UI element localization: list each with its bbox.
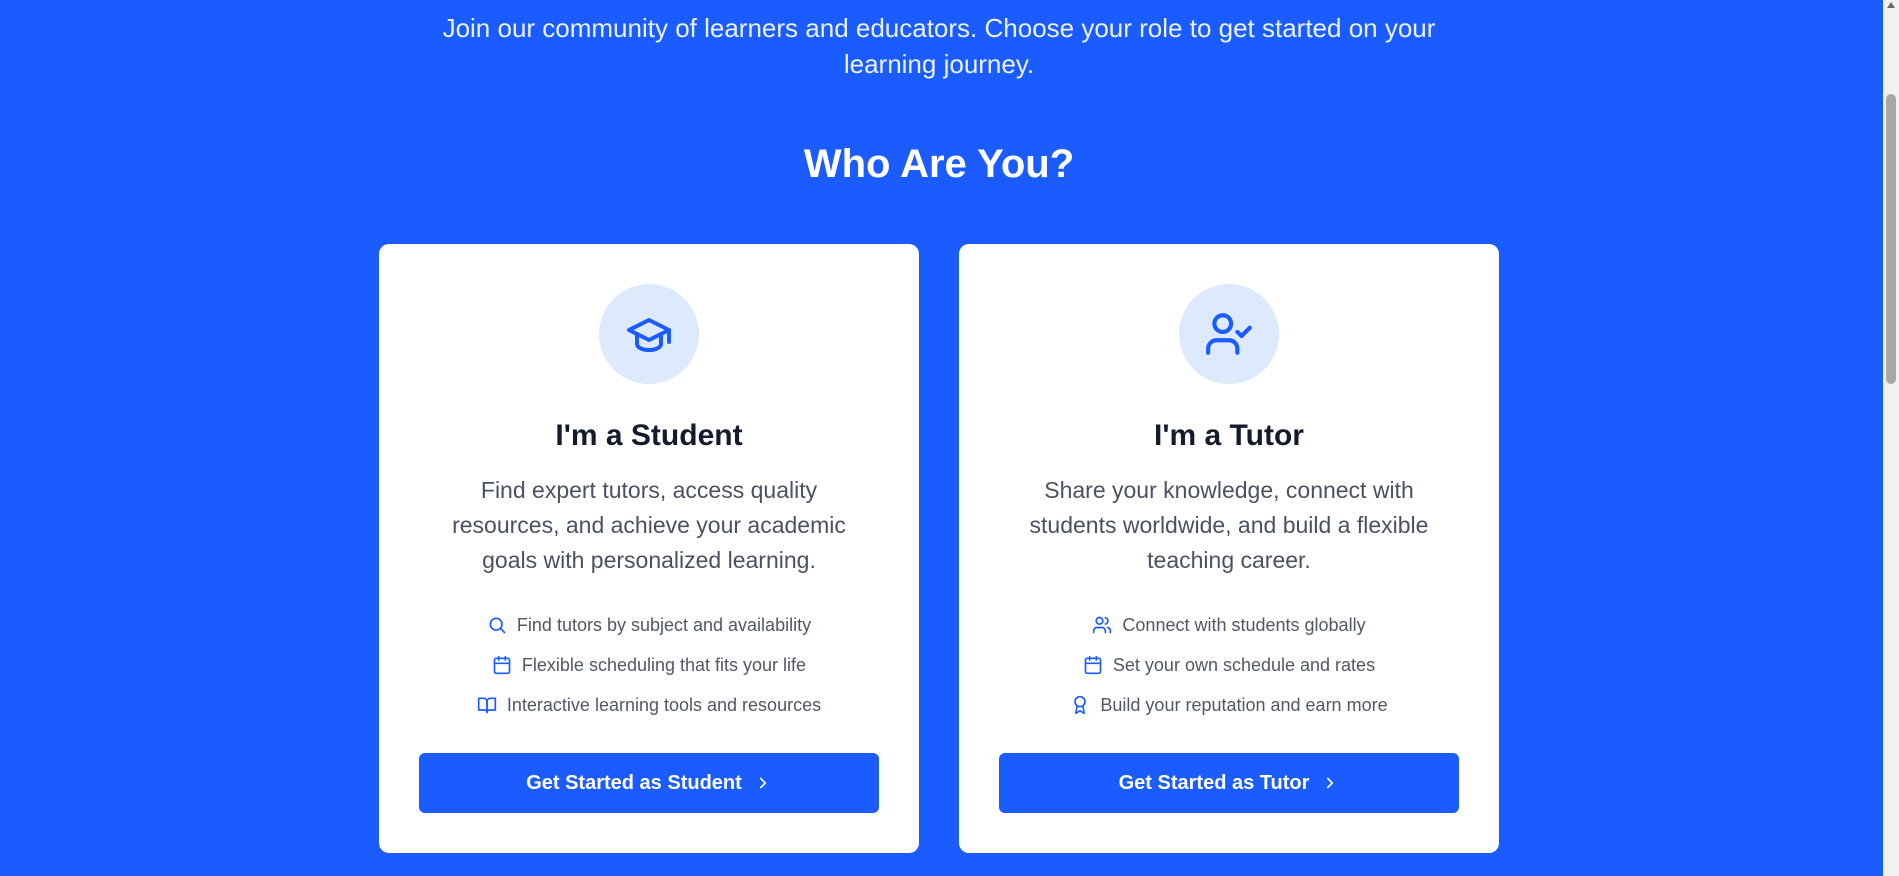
student-icon-circle	[599, 284, 699, 384]
tutor-feature-text: Connect with students globally	[1122, 614, 1366, 635]
student-feature-item: Flexible scheduling that fits your life	[379, 645, 919, 685]
intro-text: Join our community of learners and educa…	[0, 10, 1878, 82]
graduation-cap-icon	[627, 318, 671, 352]
student-feature-text: Find tutors by subject and availability	[516, 614, 812, 635]
get-started-tutor-button[interactable]: Get Started as Tutor	[999, 753, 1459, 813]
tutor-feature-list: Connect with students globally Set your …	[959, 605, 1499, 725]
vertical-scrollbar[interactable]	[1883, 0, 1899, 876]
calendar-icon	[1084, 655, 1102, 675]
tutor-icon-circle	[1179, 284, 1279, 384]
award-icon	[1074, 695, 1087, 715]
student-title: I'm a Student	[555, 419, 743, 452]
scroll-up-arrow-icon[interactable]	[1887, 2, 1895, 8]
intro-line-2: learning journey.	[843, 49, 1035, 79]
tutor-card: I'm a Tutor Share your knowledge, connec…	[959, 244, 1499, 853]
student-feature-item: Interactive learning tools and resources	[379, 685, 919, 725]
student-feature-text: Interactive learning tools and resources	[506, 694, 822, 715]
calendar-icon	[493, 655, 511, 675]
tutor-feature-item: Connect with students globally	[959, 605, 1499, 645]
chevron-right-icon	[759, 777, 766, 789]
users-icon	[1093, 616, 1112, 634]
search-icon	[489, 617, 506, 634]
get-started-student-button[interactable]: Get Started as Student	[419, 753, 879, 813]
student-feature-list: Find tutors by subject and availability …	[379, 605, 919, 725]
student-feature-text: Flexible scheduling that fits your life	[521, 654, 807, 675]
get-started-student-label: Get Started as Student	[526, 771, 742, 794]
student-card: I'm a Student Find expert tutors, access…	[379, 244, 919, 853]
student-description: Find expert tutors, access quality resou…	[452, 477, 846, 573]
section-title: Who Are You?	[803, 142, 1075, 186]
chevron-right-icon	[1327, 777, 1334, 789]
scrollbar-thumb[interactable]	[1886, 94, 1896, 384]
intro-line-1: Join our community of learners and educa…	[442, 13, 1436, 43]
tutor-feature-item: Build your reputation and earn more	[959, 685, 1499, 725]
tutor-title: I'm a Tutor	[1154, 419, 1304, 452]
page: Join our community of learners and educa…	[0, 0, 1883, 876]
student-feature-item: Find tutors by subject and availability	[379, 605, 919, 645]
tutor-feature-text: Set your own schedule and rates	[1112, 654, 1376, 675]
book-open-icon	[477, 697, 497, 714]
tutor-description: Share your knowledge, connect with stude…	[1029, 477, 1429, 573]
tutor-feature-text: Build your reputation and earn more	[1100, 694, 1388, 715]
tutor-feature-item: Set your own schedule and rates	[959, 645, 1499, 685]
get-started-tutor-label: Get Started as Tutor	[1118, 771, 1310, 794]
user-check-icon	[1206, 313, 1252, 355]
